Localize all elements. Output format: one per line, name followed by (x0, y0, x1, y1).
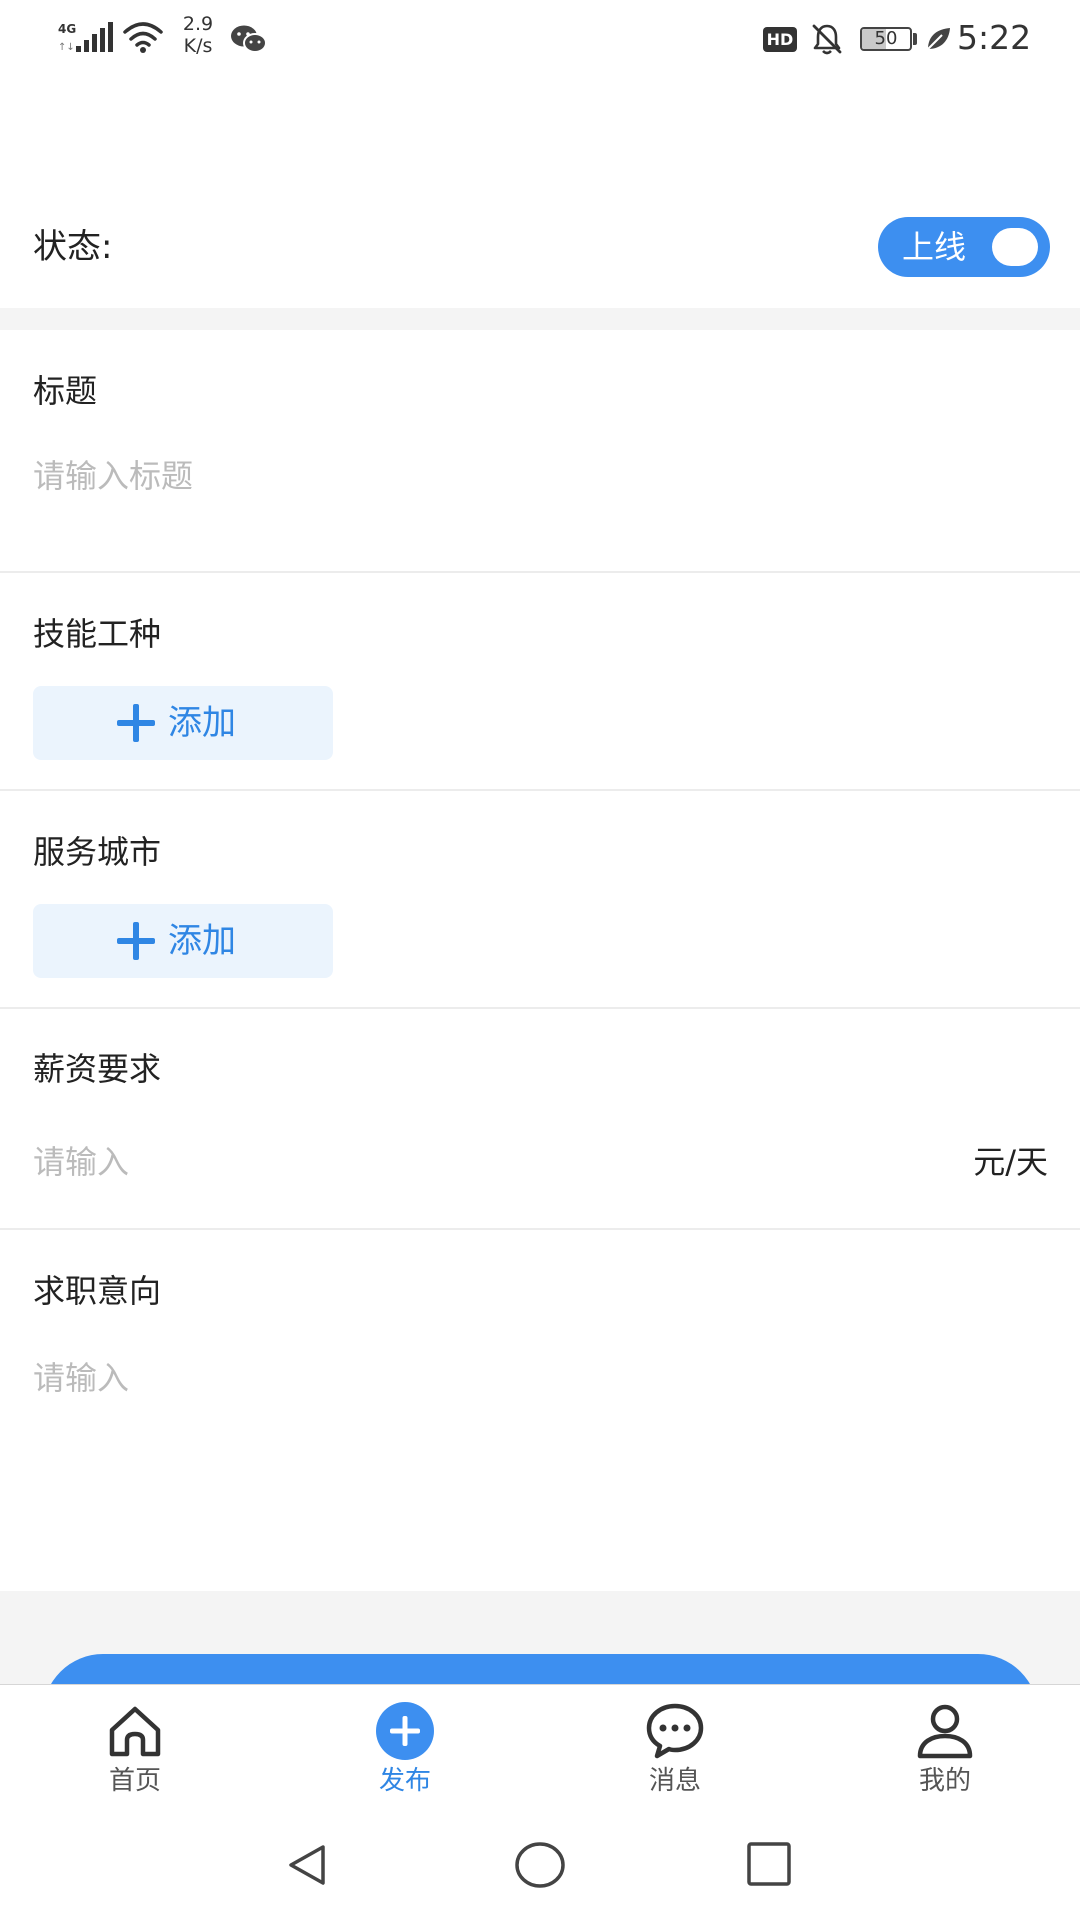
svg-text:4G: 4G (58, 22, 76, 36)
network-speed-unit: K/s (183, 35, 213, 57)
add-circle-icon (376, 1702, 434, 1760)
salary-input[interactable]: 请输入 (33, 1141, 129, 1183)
tab-home[interactable]: 首页 (0, 1685, 270, 1822)
add-city-button[interactable]: 添加 (33, 904, 333, 978)
tab-messages-label: 消息 (648, 1766, 701, 1796)
add-skill-button[interactable]: 添加 (33, 686, 333, 760)
status-bar: 4G ↑↓ 2.9 K/s HD 50 5:22 (0, 0, 1080, 78)
tab-home-label: 首页 (108, 1766, 161, 1796)
hd-badge: HD (763, 27, 797, 52)
divider (0, 571, 1080, 573)
network-speed: 2.9 K/s (177, 13, 219, 57)
add-city-label: 添加 (168, 921, 236, 961)
toggle-label: 上线 (902, 228, 967, 266)
system-nav-bar (0, 1822, 1080, 1920)
intent-input[interactable]: 请输入 (33, 1357, 129, 1399)
battery-level-text: 50 (874, 28, 898, 49)
bottom-tab-bar: 首页 发布 消息 我的 (0, 1684, 1080, 1822)
network-speed-value: 2.9 (182, 13, 214, 35)
divider (0, 1228, 1080, 1230)
battery-icon: 50 (860, 27, 912, 51)
recents-icon[interactable] (746, 1841, 792, 1887)
home-icon (109, 1706, 161, 1757)
intent-label: 求职意向 (33, 1272, 162, 1310)
title-input[interactable]: 请输入标题 (33, 455, 193, 497)
leaf-icon (927, 28, 950, 50)
divider (0, 1007, 1080, 1009)
tab-mine-label: 我的 (918, 1766, 971, 1796)
battery-tip (913, 33, 917, 45)
plus-icon (117, 922, 155, 960)
section-gap (0, 308, 1080, 330)
status-label: 状态: (33, 227, 113, 267)
footer-band (0, 1591, 1080, 1684)
home-circle-icon[interactable] (514, 1841, 566, 1889)
online-status-toggle[interactable]: 上线 (878, 217, 1050, 277)
salary-unit: 元/天 (973, 1143, 1048, 1181)
submit-button[interactable] (43, 1654, 1038, 1684)
city-label: 服务城市 (33, 833, 162, 871)
signal-icon: 4G ↑↓ (58, 22, 113, 53)
toggle-knob (992, 228, 1038, 266)
tab-messages[interactable]: 消息 (540, 1685, 810, 1822)
skill-label: 技能工种 (33, 615, 162, 653)
back-icon[interactable] (283, 1841, 331, 1889)
svg-text:↑↓: ↑↓ (58, 42, 75, 53)
clock: 5:22 (957, 18, 1032, 57)
person-icon (917, 1704, 973, 1759)
divider (0, 789, 1080, 791)
plus-icon (117, 704, 155, 742)
mute-bell-icon (812, 24, 842, 55)
tab-publish[interactable]: 发布 (270, 1685, 540, 1822)
chat-icon (646, 1703, 704, 1759)
add-skill-label: 添加 (168, 703, 236, 743)
title-label: 标题 (33, 372, 98, 410)
wifi-icon (123, 22, 163, 53)
wechat-icon (231, 25, 267, 53)
tab-mine[interactable]: 我的 (810, 1685, 1080, 1822)
tab-publish-label: 发布 (378, 1766, 431, 1796)
salary-label: 薪资要求 (33, 1050, 162, 1088)
